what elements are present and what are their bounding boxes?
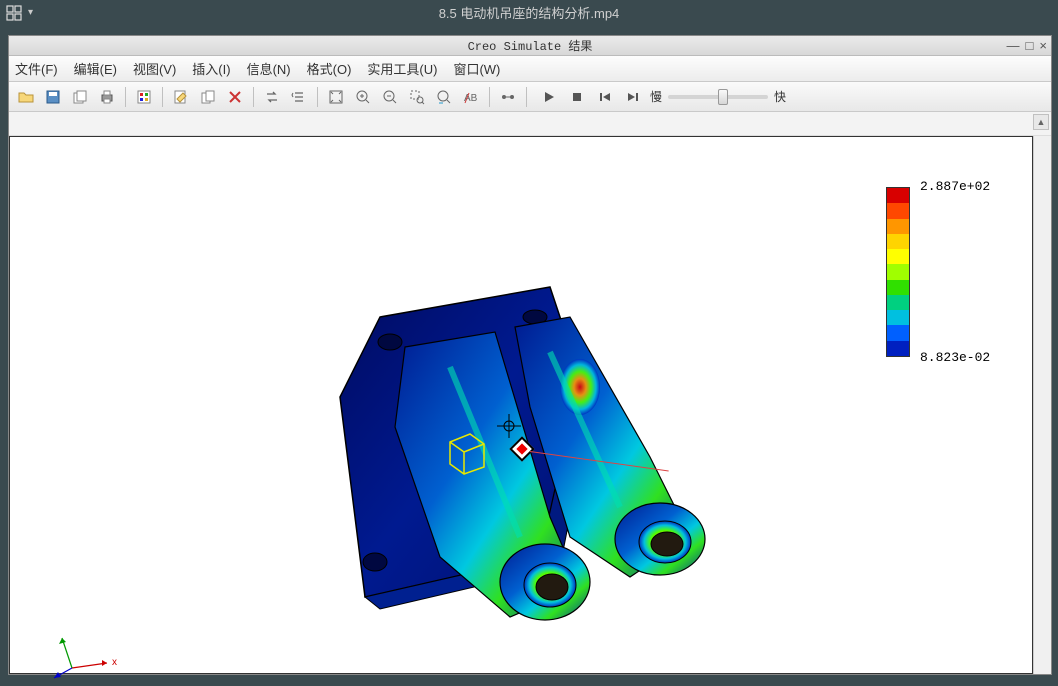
results-title-bar[interactable]: Creo Simulate 结果 — □ × <box>9 36 1051 56</box>
legend-segment <box>887 341 909 356</box>
axis-x-label: x <box>112 657 117 668</box>
layout-icon[interactable] <box>6 5 22 21</box>
toolbar-separator <box>125 87 126 107</box>
toolbar: AB 慢 快 <box>9 82 1051 112</box>
vertical-scrollbar[interactable] <box>1033 136 1051 674</box>
csys-cube-icon <box>440 422 490 477</box>
menu-view[interactable]: 视图(V) <box>133 59 176 78</box>
save-icon[interactable] <box>42 86 64 108</box>
svg-text:AB: AB <box>464 93 478 104</box>
fea-model <box>320 277 740 657</box>
outer-title-bar: ▾ 8.5 电动机吊座的结构分析.mp4 <box>0 0 1058 25</box>
legend-min-label: 8.823e-02 <box>920 350 990 365</box>
menu-edit[interactable]: 编辑(E) <box>74 59 117 78</box>
menu-insert[interactable]: 插入(I) <box>192 59 230 78</box>
copy-icon[interactable] <box>197 86 219 108</box>
menu-bar: 文件(F) 编辑(E) 视图(V) 插入(I) 信息(N) 格式(O) 实用工具… <box>9 56 1051 82</box>
swap-icon[interactable] <box>261 86 283 108</box>
axis-triad: x <box>52 623 132 683</box>
refit-icon[interactable] <box>325 86 347 108</box>
zoom-in-icon[interactable] <box>352 86 374 108</box>
results-window: Creo Simulate 结果 — □ × 文件(F) 编辑(E) 视图(V)… <box>8 35 1052 675</box>
zoom-out-icon[interactable] <box>379 86 401 108</box>
delete-icon[interactable] <box>224 86 246 108</box>
step-back-icon[interactable] <box>594 86 616 108</box>
scroll-up-icon[interactable]: ▲ <box>1033 114 1049 130</box>
annotate-icon[interactable]: AB <box>460 86 482 108</box>
legend-max-label: 2.887e+02 <box>920 179 990 194</box>
toolbar-separator <box>253 87 254 107</box>
video-title: 8.5 电动机吊座的结构分析.mp4 <box>439 3 620 22</box>
menu-format[interactable]: 格式(O) <box>307 59 352 78</box>
legend-segment <box>887 219 909 234</box>
maximize-button[interactable]: □ <box>1026 39 1034 52</box>
menu-window[interactable]: 窗口(W) <box>453 59 500 78</box>
toolbar-separator <box>526 87 527 107</box>
copy-setup-icon[interactable] <box>69 86 91 108</box>
edit-icon[interactable] <box>170 86 192 108</box>
speed-fast-label: 快 <box>774 88 786 105</box>
menu-utilities[interactable]: 实用工具(U) <box>367 59 437 78</box>
speed-slider[interactable] <box>668 95 768 99</box>
step-forward-icon[interactable] <box>622 86 644 108</box>
info-strip: ▲ <box>9 112 1051 136</box>
legend-segment <box>887 280 909 295</box>
legend-segment <box>887 310 909 325</box>
close-button[interactable]: × <box>1039 39 1047 52</box>
speed-slow-label: 慢 <box>650 88 662 105</box>
minimize-button[interactable]: — <box>1007 39 1020 52</box>
legend-segment <box>887 234 909 249</box>
menu-file[interactable]: 文件(F) <box>15 59 58 78</box>
display-options-icon[interactable] <box>133 86 155 108</box>
toolbar-separator <box>162 87 163 107</box>
window-title: Creo Simulate 结果 <box>468 37 593 54</box>
stop-icon[interactable] <box>566 86 588 108</box>
legend-segment <box>887 264 909 279</box>
legend-segment <box>887 325 909 340</box>
saved-views-icon[interactable] <box>433 86 455 108</box>
legend-segment <box>887 188 909 203</box>
toolbar-separator <box>489 87 490 107</box>
open-icon[interactable] <box>15 86 37 108</box>
legend-segment <box>887 203 909 218</box>
chevron-down-icon[interactable]: ▾ <box>28 7 33 18</box>
exchange-icon[interactable] <box>288 86 310 108</box>
color-legend: 2.887e+02 8.823e-02 <box>886 187 1000 357</box>
legend-segment <box>887 295 909 310</box>
query-icon[interactable] <box>497 86 519 108</box>
zoom-area-icon[interactable] <box>406 86 428 108</box>
print-icon[interactable] <box>96 86 118 108</box>
play-icon[interactable] <box>538 86 560 108</box>
graphics-canvas[interactable]: 2.887e+02 8.823e-02 <box>9 136 1033 674</box>
toolbar-separator <box>317 87 318 107</box>
legend-segment <box>887 249 909 264</box>
menu-info[interactable]: 信息(N) <box>247 59 291 78</box>
